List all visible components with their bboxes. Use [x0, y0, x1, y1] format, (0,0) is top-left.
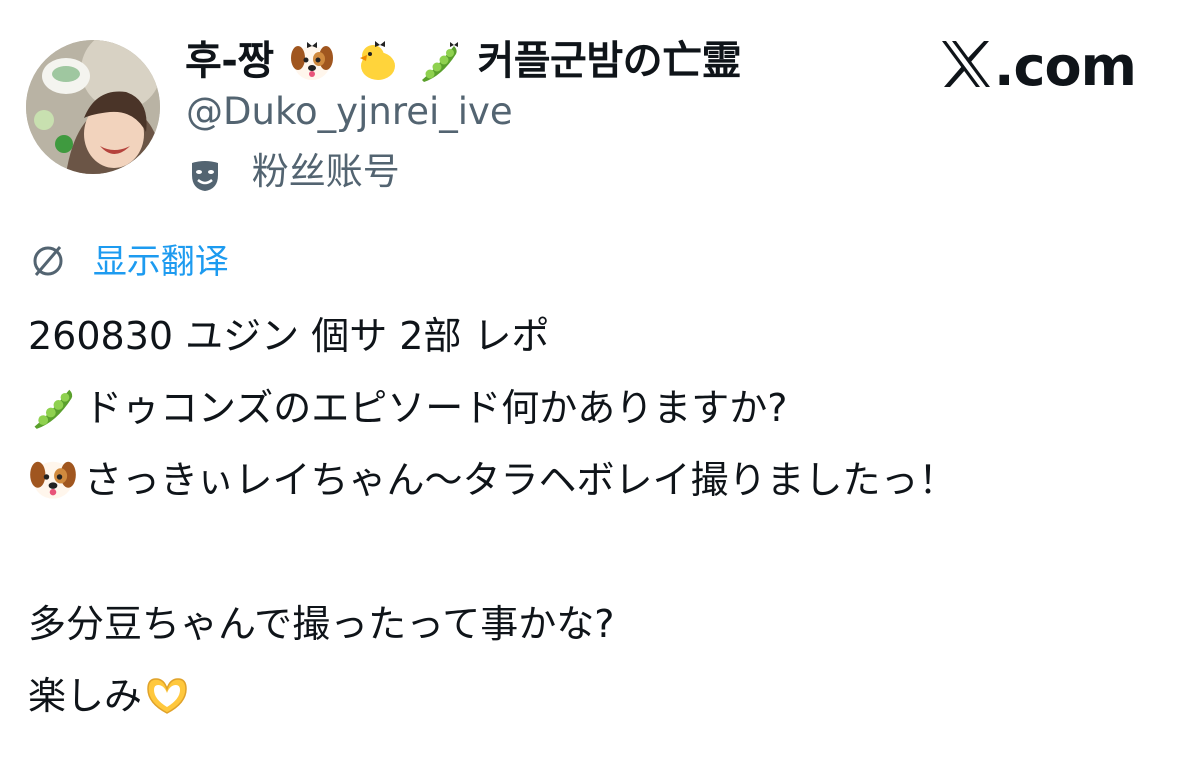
brand-watermark: .com	[940, 34, 1137, 100]
display-name[interactable]: 후-짱 커플군밤の亡霊	[185, 30, 742, 88]
tweet-line-text: 楽しみ	[28, 674, 143, 718]
display-name-part-1: 후-짱	[185, 38, 274, 84]
globe-slash-icon	[30, 243, 66, 279]
tweet-line: さっきぃレイちゃん～タラヘボレイ撮りましたっ！	[28, 450, 1158, 510]
dog-face-emoji-icon	[289, 38, 335, 84]
avatar[interactable]	[26, 40, 160, 174]
tweet-line-text: さっきぃレイちゃん～タラヘボレイ撮りましたっ！	[84, 458, 957, 502]
x-logo-icon	[940, 38, 992, 88]
pea-pod-emoji-icon	[416, 38, 462, 84]
heart-hands-emoji-icon	[142, 669, 192, 719]
tweet-line: 多分豆ちゃんで撮ったって事かな?	[28, 594, 1158, 654]
tweet-line: 楽しみ	[28, 666, 1158, 726]
tweet-line-text: ドゥコンズのエピソード何かありますか?	[84, 386, 788, 430]
fan-account-text: 粉丝账号	[251, 150, 400, 193]
pea-pod-emoji-icon	[28, 381, 78, 431]
tweet-text: 260830 ユジン 個サ 2部 レポ ドゥコンズのエピソード何かありますか?	[28, 306, 1158, 738]
theater-mask-icon	[188, 157, 222, 191]
user-handle[interactable]: @Duko_yjnrei_ive	[186, 88, 513, 136]
chick-emoji-icon	[353, 38, 399, 84]
dog-face-emoji-icon	[28, 453, 78, 503]
tweet-line: 260830 ユジン 個サ 2部 レポ	[28, 306, 1158, 366]
fan-account-label: 粉丝账号	[188, 148, 400, 196]
tweet-line-text: 260830 ユジン 個サ 2部 レポ	[28, 314, 550, 358]
brand-text: .com	[994, 35, 1137, 98]
tweet-line-text: 多分豆ちゃんで撮ったって事かな?	[28, 602, 615, 646]
show-translation-label: 显示翻译	[92, 242, 229, 282]
show-translation-link[interactable]: 显示翻译	[30, 238, 229, 286]
tweet-line: ドゥコンズのエピソード何かありますか?	[28, 378, 1158, 438]
display-name-part-2: 커플군밤の亡霊	[477, 38, 742, 84]
